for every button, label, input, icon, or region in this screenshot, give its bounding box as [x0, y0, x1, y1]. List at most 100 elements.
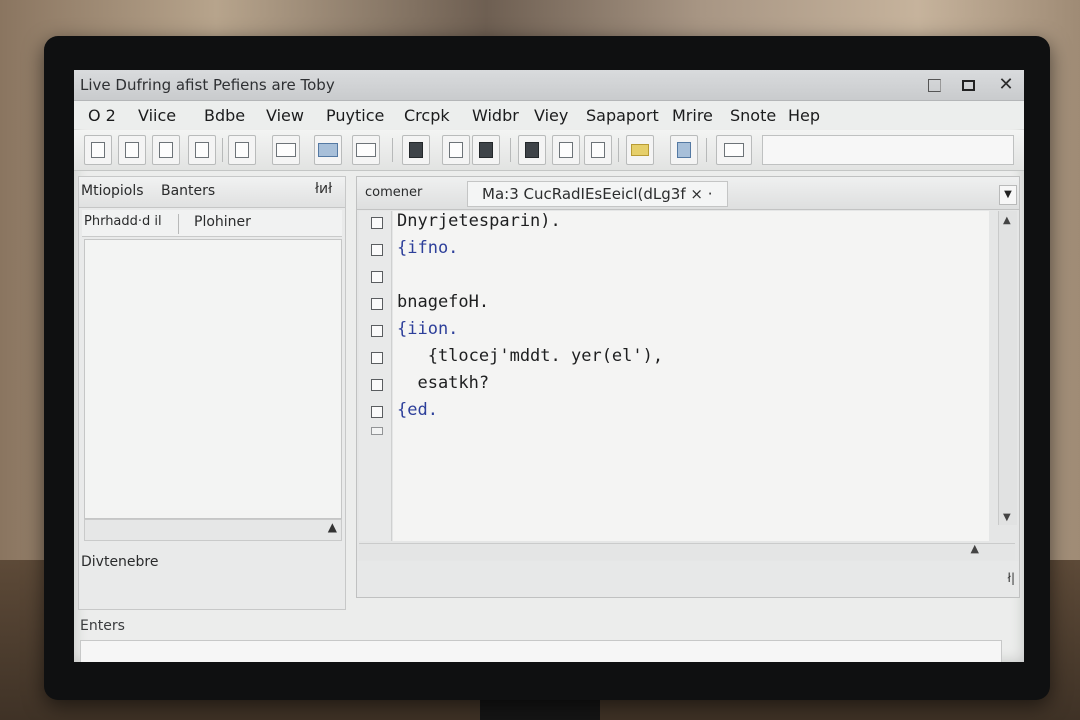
panel-icon: [318, 143, 338, 157]
menu-item[interactable]: Bdbe: [204, 106, 245, 125]
folder-icon: [631, 144, 649, 156]
left-panel-header: Mtiopiols Banters łиł: [79, 177, 345, 208]
scroll-down-icon[interactable]: ▼: [1003, 512, 1011, 523]
toolbar-separator: [618, 138, 619, 162]
column-header-2[interactable]: Plohiner: [194, 214, 251, 230]
line-checkbox[interactable]: [371, 298, 383, 310]
database-icon: [677, 142, 691, 158]
print-preview-button[interactable]: [584, 135, 612, 165]
new-file-button[interactable]: [84, 135, 112, 165]
window-button[interactable]: [272, 135, 300, 165]
left-footer-label: Divtenebre: [81, 554, 159, 570]
window-icon: [276, 143, 296, 157]
tab-left-1[interactable]: Mtiopiols: [81, 183, 144, 199]
menu-item[interactable]: View: [266, 106, 304, 125]
line-checkbox[interactable]: [371, 406, 383, 418]
tab-editor-active-label: Ma:3 CucRadIEsEeicl(dLg3f: [482, 185, 686, 203]
code-line: esatkh?: [397, 373, 490, 393]
editor-horizontal-scrollbar[interactable]: ▲: [359, 542, 1015, 560]
code-line: Dnyrjetesparin).: [397, 211, 561, 231]
tab-close-icon[interactable]: × ·: [690, 185, 712, 203]
menu-item[interactable]: O 2: [88, 106, 116, 125]
menu-item[interactable]: Widbr: [472, 106, 519, 125]
monitor-button[interactable]: [402, 135, 430, 165]
output-panel[interactable]: [80, 640, 1002, 662]
tab-list-button[interactable]: ▼: [999, 185, 1017, 205]
toolbar-separator: [510, 138, 511, 162]
column-header-1[interactable]: Phrhadd·d il: [84, 214, 179, 234]
scroll-up-icon[interactable]: ▲: [971, 542, 979, 555]
open-file-button[interactable]: [118, 135, 146, 165]
line-checkbox[interactable]: [371, 379, 383, 391]
menu-bar: O 2 Viice Bdbe View Puytice Crcpk Widbr …: [74, 101, 1024, 129]
code-editor[interactable]: Dnyrjetesparin). {ifno. bnagefoH. {iion.…: [393, 211, 989, 541]
window-title: Live Dufring afist Pefiens are Toby: [80, 76, 335, 94]
restore-icon: [927, 79, 941, 92]
print-button[interactable]: [552, 135, 580, 165]
toolbar: [74, 130, 1024, 171]
restore-button[interactable]: [920, 73, 948, 97]
title-bar: Live Dufring afist Pefiens are Toby ✕: [74, 70, 1024, 101]
tab-editor-1[interactable]: comener: [365, 185, 422, 200]
monitor-bezel: Live Dufring afist Pefiens are Toby ✕ O …: [44, 36, 1050, 700]
pin-icon[interactable]: łиł: [315, 181, 332, 197]
chevron-down-icon: ▼: [1004, 189, 1012, 200]
menu-item[interactable]: Mrire: [672, 106, 713, 125]
editor-vertical-scrollbar[interactable]: ▲ ▼: [998, 211, 1017, 525]
layout-button[interactable]: [352, 135, 380, 165]
line-checkbox[interactable]: [371, 217, 383, 229]
grid-icon: [724, 143, 744, 157]
tab-editor-active[interactable]: Ma:3 CucRadIEsEeicl(dLg3f × ·: [467, 181, 728, 207]
file-icon: [125, 142, 139, 158]
database-button[interactable]: [670, 135, 698, 165]
grid-button[interactable]: [716, 135, 752, 165]
save-button[interactable]: [442, 135, 470, 165]
editor-panel: comener Ma:3 CucRadIEsEeicl(dLg3f × · ▼: [356, 176, 1020, 598]
toolbar-separator: [222, 138, 223, 162]
scroll-up-icon[interactable]: ▲: [1003, 215, 1011, 226]
menu-item[interactable]: Viey: [534, 106, 568, 125]
scroll-up-icon[interactable]: ▲: [328, 520, 337, 534]
code-line: {tlocej'mddt. yer(el'),: [397, 346, 664, 366]
line-checkbox[interactable]: [371, 325, 383, 337]
code-line: {iion.: [397, 319, 459, 339]
menu-item[interactable]: Hep: [788, 106, 820, 125]
new-file-icon: [91, 142, 105, 158]
toolbar-search-field[interactable]: [762, 135, 1014, 165]
copy-button[interactable]: [152, 135, 180, 165]
left-scrollbar[interactable]: ▲: [84, 519, 342, 541]
print-preview-icon: [591, 142, 605, 158]
editor-tab-bar: comener Ma:3 CucRadIEsEeicl(dLg3f × · ▼: [357, 177, 1019, 210]
left-list[interactable]: [84, 239, 342, 519]
close-button[interactable]: ✕: [992, 73, 1020, 97]
line-checkbox[interactable]: [371, 352, 383, 364]
tab-left-2[interactable]: Banters: [161, 183, 215, 199]
close-icon: ✕: [998, 74, 1014, 95]
save-all-icon: [479, 142, 493, 158]
column-header-row: Phrhadd·d il Plohiner: [82, 210, 342, 237]
paste-button[interactable]: [188, 135, 216, 165]
copy-icon: [159, 142, 173, 158]
lock-icon: [525, 142, 539, 158]
menu-item[interactable]: Puytice: [326, 106, 384, 125]
layout-icon: [356, 143, 376, 157]
document-button[interactable]: [228, 135, 256, 165]
document-icon: [235, 142, 249, 158]
menu-item[interactable]: Sapaport: [586, 106, 659, 125]
menu-item[interactable]: Viice: [138, 106, 176, 125]
maximize-button[interactable]: [954, 73, 982, 97]
folder-button[interactable]: [626, 135, 654, 165]
left-panel-footer: Divtenebre: [79, 547, 345, 577]
panel-button[interactable]: [314, 135, 342, 165]
lock-button[interactable]: [518, 135, 546, 165]
menu-item[interactable]: Crcpk: [404, 106, 450, 125]
line-checkbox[interactable]: [371, 271, 383, 283]
toolbar-separator: [392, 138, 393, 162]
app-window: Live Dufring afist Pefiens are Toby ✕ O …: [74, 70, 1024, 662]
line-checkbox[interactable]: [371, 244, 383, 256]
monitor-icon: [409, 142, 423, 158]
menu-item[interactable]: Snote: [730, 106, 776, 125]
code-line: {ed.: [397, 400, 438, 420]
line-checkbox[interactable]: [371, 427, 383, 435]
save-all-button[interactable]: [472, 135, 500, 165]
